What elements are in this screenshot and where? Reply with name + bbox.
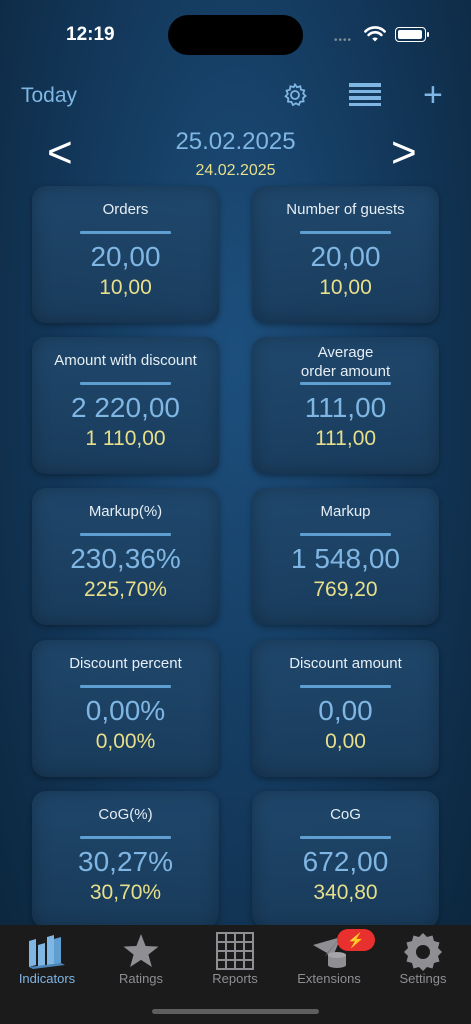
card-divider (80, 382, 171, 385)
tab-indicators[interactable]: Indicators (0, 925, 94, 995)
card-value: 30,27% (78, 846, 173, 877)
today-button[interactable]: Today (21, 84, 77, 108)
card-title: CoG (330, 806, 361, 823)
star-icon (123, 934, 159, 967)
card-compare-value: 1 110,00 (85, 427, 166, 450)
card-value: 20,00 (310, 241, 381, 272)
card-amount-with-discount[interactable]: Amount with discount 2 220,00 1 110,00 (32, 337, 219, 474)
tab-label: Settings (399, 971, 447, 986)
card-compare-value: 0,00% (95, 730, 156, 753)
add-button[interactable]: + (423, 78, 443, 112)
card-compare-value: 340,80 (313, 881, 378, 904)
card-title: Orders (102, 201, 149, 218)
status-bar: 12:19 •••• (0, 0, 471, 60)
card-value: 2 220,00 (71, 392, 180, 423)
card-value: 111,00 (304, 392, 387, 423)
card-value: 20,00 (90, 241, 161, 272)
tab-label: Indicators (18, 971, 76, 986)
card-compare-value: 0,00 (325, 730, 366, 753)
card-title: Amount with discount (54, 352, 197, 369)
battery-icon (395, 27, 429, 42)
tab-ratings[interactable]: Ratings (94, 925, 188, 995)
card-compare-value: 10,00 (319, 276, 372, 299)
card-divider (80, 685, 171, 688)
card-value: 0,00% (85, 695, 166, 726)
card-compare-value: 111,00 (314, 427, 377, 450)
card-value: 230,36% (70, 543, 181, 574)
gear-icon[interactable] (282, 82, 308, 108)
grid-icon (216, 932, 254, 970)
card-compare-value: 225,70% (84, 578, 167, 601)
card-divider (300, 533, 391, 536)
extensions-badge: ⚡ (337, 929, 375, 951)
card-compare-value: 30,70% (89, 881, 162, 904)
indicators-icon (29, 935, 65, 969)
card-cog-percent[interactable]: CoG(%) 30,27% 30,70% (32, 791, 219, 928)
card-title: Markup (320, 503, 371, 520)
card-markup[interactable]: Markup 1 548,00 769,20 (252, 488, 439, 625)
tab-label: Reports (212, 971, 258, 986)
tab-label: Ratings (118, 971, 164, 986)
card-compare-value: 10,00 (99, 276, 152, 299)
gear-icon (404, 933, 442, 971)
card-title: Number of guests (286, 201, 405, 218)
tab-reports[interactable]: Reports (188, 925, 282, 995)
card-discount-percent[interactable]: Discount percent 0,00% 0,00% (32, 640, 219, 777)
wifi-icon (364, 26, 386, 42)
card-divider (300, 685, 391, 688)
tab-label: Extensions (297, 971, 361, 986)
dynamic-island (168, 15, 303, 55)
card-title: Markup(%) (88, 503, 163, 520)
card-divider (300, 836, 391, 839)
home-indicator (152, 1009, 319, 1014)
tab-settings[interactable]: Settings (376, 925, 470, 995)
card-compare-value: 769,20 (313, 578, 378, 601)
card-markup-percent[interactable]: Markup(%) 230,36% 225,70% (32, 488, 219, 625)
card-average-order-amount[interactable]: Average order amount 111,00 111,00 (252, 337, 439, 474)
card-orders[interactable]: Orders 20,00 10,00 (32, 186, 219, 323)
card-divider (80, 231, 171, 234)
next-date-button[interactable]: > (391, 131, 417, 175)
card-divider (300, 231, 391, 234)
card-value: 672,00 (302, 846, 389, 877)
card-number-of-guests[interactable]: Number of guests 20,00 10,00 (252, 186, 439, 323)
card-title: Discount percent (69, 655, 182, 672)
card-title: Average order amount (300, 344, 391, 380)
card-divider (80, 836, 171, 839)
card-value: 1 548,00 (291, 543, 400, 574)
status-time: 12:19 (66, 24, 115, 45)
card-divider (80, 533, 171, 536)
card-divider (300, 382, 391, 385)
card-cog[interactable]: CoG 672,00 340,80 (252, 791, 439, 928)
card-title: Discount amount (289, 655, 402, 672)
list-view-icon[interactable] (349, 83, 381, 107)
card-value: 0,00 (318, 695, 373, 726)
card-discount-amount[interactable]: Discount amount 0,00 0,00 (252, 640, 439, 777)
cellular-signal-icon: •••• (334, 35, 353, 46)
card-title: CoG(%) (98, 806, 153, 823)
